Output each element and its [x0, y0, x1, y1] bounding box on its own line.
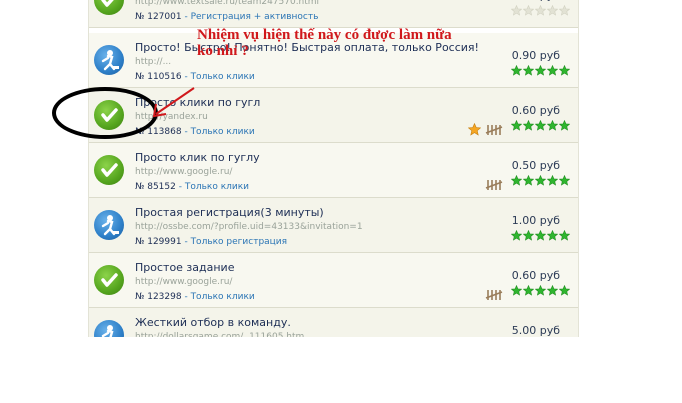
rating-stars — [511, 120, 570, 131]
star-icon — [511, 285, 522, 296]
task-row[interactable]: Простое задание http://www.google.ru/ № 12… — [89, 253, 578, 308]
star-icon — [511, 65, 522, 76]
rating-stars — [511, 65, 570, 76]
star-icon — [559, 120, 570, 131]
tally-icon[interactable] — [485, 286, 503, 305]
star-icon — [559, 285, 570, 296]
star-icon — [547, 65, 558, 76]
check-icon — [94, 0, 124, 15]
worker-icon — [94, 320, 124, 337]
star-icon — [535, 285, 546, 296]
task-price: 5.00 руб — [512, 0, 560, 2]
task-id: № 110516 — [135, 72, 182, 82]
task-url: http://ossbe.com/?profile.uid=43133&invi… — [135, 222, 363, 232]
task-row[interactable]: Жесткий отбор в команду. http://dollarsga… — [89, 308, 578, 337]
task-url: http://www.google.ru/ — [135, 167, 233, 177]
annotation-ellipse — [52, 87, 158, 139]
task-badges — [485, 286, 503, 305]
star-icon — [511, 5, 522, 16]
task-separator: - — [181, 12, 191, 22]
task-id: № 129991 — [135, 237, 182, 247]
rating-stars — [511, 175, 570, 186]
star-icon — [511, 230, 522, 241]
task-price: 5.00 руб — [511, 324, 560, 337]
task-type: Только клики — [190, 292, 255, 302]
task-type: Только регистрация — [190, 237, 288, 247]
star-icon — [535, 230, 546, 241]
star-icon — [559, 230, 570, 241]
task-meta: № 123298 - Только клики — [135, 292, 255, 302]
star-icon — [559, 5, 570, 16]
task-price: 0.60 руб — [511, 269, 560, 282]
task-row[interactable]: http://www.textsale.ru/team247570.html № … — [89, 0, 578, 28]
star-icon — [511, 120, 522, 131]
star-icon — [547, 230, 558, 241]
task-url: http://www.textsale.ru/team247570.html — [135, 0, 320, 7]
task-url: http://www.google.ru/ — [135, 277, 233, 287]
task-meta: № 127001 - Регистрация + активность — [135, 12, 318, 22]
task-type: Только клики — [184, 182, 250, 192]
task-price: 0.60 руб — [511, 104, 560, 117]
tally-icon[interactable] — [485, 176, 503, 195]
task-meta: № 129991 - Только регистрация — [135, 237, 287, 247]
task-title-link[interactable]: Просто клик по гуглу — [135, 151, 260, 164]
rating-stars — [511, 5, 570, 16]
star-icon — [535, 65, 546, 76]
task-title-link[interactable]: Жесткий отбор в команду. — [135, 316, 291, 329]
star-icon — [523, 230, 534, 241]
star-icon — [535, 120, 546, 131]
star-icon — [523, 120, 534, 131]
star-icon — [547, 175, 558, 186]
annotation-arrow — [152, 87, 195, 118]
check-icon — [94, 155, 124, 185]
task-type: Только клики — [190, 72, 255, 82]
task-price: 0.90 руб — [511, 49, 560, 62]
task-separator: - — [175, 182, 185, 192]
task-url: http://dollarsgame.com/..111605.htm — [135, 332, 305, 337]
star-icon — [535, 5, 546, 16]
star-icon — [547, 120, 558, 131]
star-icon — [523, 5, 534, 16]
star-icon — [559, 65, 570, 76]
task-id: № 127001 — [135, 12, 182, 22]
worker-icon — [94, 45, 124, 75]
task-type: Только клики — [190, 127, 255, 137]
star-icon — [559, 175, 570, 186]
star-icon — [547, 285, 558, 296]
task-price: 1.00 руб — [511, 214, 560, 227]
annotation-text: Nhiệm vụ hiện thế này có được làm nữa ko… — [197, 27, 452, 59]
task-separator: - — [181, 292, 191, 302]
star-icon — [535, 175, 546, 186]
task-separator: - — [181, 237, 191, 247]
task-separator: - — [181, 72, 191, 82]
star-icon — [523, 175, 534, 186]
task-price: 0.50 руб — [511, 159, 560, 172]
star-icon — [523, 285, 534, 296]
task-title-link[interactable]: Простое задание — [135, 261, 234, 274]
task-type: Регистрация + активность — [190, 12, 319, 22]
task-meta: № 110516 - Только клики — [135, 72, 255, 82]
star-icon — [523, 65, 534, 76]
task-row[interactable]: Простая регистрация(3 минуты) http://ossb… — [89, 198, 578, 253]
check-icon — [94, 265, 124, 295]
task-title-link[interactable]: Простая регистрация(3 минуты) — [135, 206, 324, 219]
task-id: № 123298 — [135, 292, 182, 302]
worker-icon — [94, 210, 124, 240]
task-badges — [467, 121, 503, 140]
task-badges — [485, 176, 503, 195]
rating-stars — [511, 285, 570, 296]
task-separator: - — [181, 127, 191, 137]
star-icon — [511, 175, 522, 186]
task-id: № 85152 — [135, 182, 176, 192]
star-icon — [547, 5, 558, 16]
favorite-star-icon[interactable] — [467, 121, 482, 140]
task-meta: № 113868 - Только клики — [135, 127, 255, 137]
task-row[interactable]: Просто клик по гуглу http://www.google.ru… — [89, 143, 578, 198]
task-meta: № 85152 - Только клики — [135, 182, 249, 192]
task-url: http://... — [135, 57, 172, 67]
tally-icon[interactable] — [485, 121, 503, 140]
rating-stars — [511, 230, 570, 241]
